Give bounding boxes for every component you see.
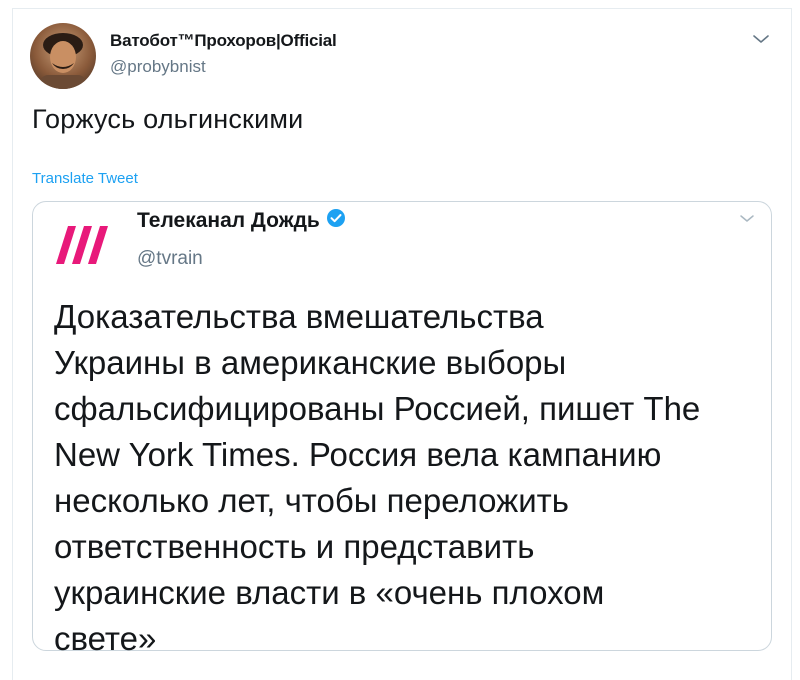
author-name[interactable]: Ватобот™Прохоров|Official [110,31,337,51]
translate-tweet-link[interactable]: Translate Tweet [32,170,138,187]
quoted-chevron-down-icon[interactable] [738,212,756,226]
quoted-author-name-text: Телеканал Дождь [137,209,320,232]
verified-badge-icon [326,208,346,234]
user-avatar[interactable] [30,23,96,89]
quoted-author-name[interactable]: Телеканал Дождь [137,208,346,234]
dozhd-logo-icon[interactable] [52,222,114,268]
chevron-down-icon[interactable] [750,31,772,47]
author-handle[interactable]: @probybnist [110,57,206,77]
quoted-tweet-text: Доказательства вмешательства Украины в а… [54,298,701,657]
quoted-author-handle[interactable]: @tvrain [137,248,203,270]
tweet-text: Горжусь ольгинскими [32,104,304,134]
